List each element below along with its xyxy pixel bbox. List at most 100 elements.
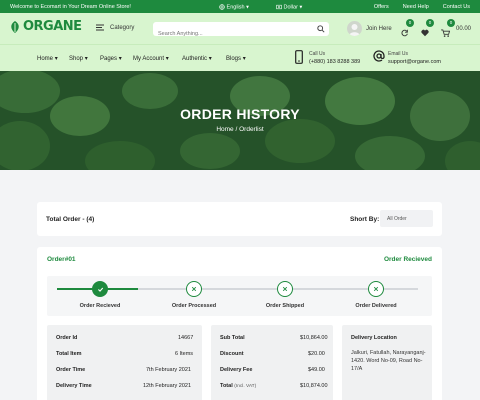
money-icon: [276, 4, 282, 9]
info-row-order-time: Order Time 7th February 2021: [56, 367, 191, 373]
delivery-location-panel: Delivery Location Jalkuri, Fatullah, Nar…: [342, 325, 432, 400]
compare-button[interactable]: 0: [401, 19, 414, 42]
info-key: Order Time: [56, 367, 86, 373]
avatar[interactable]: [347, 21, 362, 36]
leaf-logo-icon: [11, 20, 19, 33]
search-box: [153, 22, 329, 41]
email-us-address[interactable]: support@organe.com: [388, 59, 441, 65]
cart-count-badge: 0: [447, 19, 455, 27]
step-label-received: Order Recieved: [79, 303, 121, 309]
wishlist-button[interactable]: 0: [421, 19, 434, 42]
logo[interactable]: ORGANE: [9, 19, 82, 34]
totals-row-total: Total (Incl. VAT) $10,874.00: [220, 383, 328, 389]
language-label: English: [226, 3, 245, 10]
compare-count-badge: 0: [406, 19, 414, 27]
totals-value: $49.00: [308, 367, 325, 373]
chevron-down-icon: ▾: [165, 56, 169, 62]
call-us-number[interactable]: (+880) 183 8288 389: [309, 59, 360, 65]
info-value: 6 Items: [175, 351, 194, 357]
nav-item-blogs[interactable]: Blogs ▾: [226, 55, 246, 62]
need-help-link[interactable]: Need Help: [403, 4, 429, 10]
breadcrumb: Home / Orderlist: [0, 126, 480, 133]
vat-note: (Incl. VAT): [234, 384, 257, 389]
order-card: Order#01 Order Recieved Order Recieved O…: [37, 247, 442, 400]
nav-label: Shop: [69, 56, 84, 62]
order-totals-panel: Sub Total $10,864.00 Discount $20.00 Deliv…: [211, 325, 333, 400]
order-filter-select[interactable]: All Order: [380, 210, 433, 227]
info-key: Order Id: [56, 335, 78, 341]
info-value: 14667: [178, 335, 194, 341]
breadcrumb-separator: /: [235, 126, 238, 133]
top-links: Offers Need Help Contact Us: [374, 4, 470, 10]
nav-item-home[interactable]: Home ▾: [37, 55, 58, 62]
info-row-order-id: Order Id 14667: [56, 335, 193, 341]
main-header: ORGANE Category Join Here 0 0 0 00.00: [0, 13, 480, 44]
currency-selector[interactable]: Dollar ▾: [276, 4, 302, 10]
nav-item-pages[interactable]: Pages ▾: [100, 55, 122, 62]
join-here-link[interactable]: Join Here: [366, 26, 392, 32]
page-hero: ORDER HISTORY Home / Orderlist: [0, 71, 480, 170]
totals-key: Total: [220, 383, 233, 389]
offers-link[interactable]: Offers: [374, 4, 389, 10]
welcome-text: Welcome to Ecomart in Your Dream Online …: [10, 3, 131, 10]
totals-row-delivery-fee: Delivery Fee $49.00: [220, 367, 325, 373]
logo-text: ORGANE: [23, 19, 82, 34]
nav-label: Pages: [100, 56, 118, 62]
close-icon: [373, 286, 379, 292]
nav-item-my-account[interactable]: My Account ▾: [133, 55, 169, 62]
nav-label: Blogs: [226, 56, 242, 62]
chevron-down-icon: ▾: [54, 56, 58, 62]
step-shipped-marker: [277, 281, 293, 297]
info-key: Delivery Time: [56, 383, 92, 389]
step-label-processed: Order Processed: [171, 303, 217, 309]
chevron-down-icon: ▾: [246, 3, 249, 10]
nav-item-shop[interactable]: Shop ▾: [69, 55, 88, 62]
phone-icon: [295, 50, 303, 64]
globe-icon: [219, 3, 225, 10]
check-icon: [97, 287, 103, 292]
main-nav: Home ▾ Shop ▾ Pages ▾ My Account ▾ Authe…: [0, 44, 480, 71]
order-number[interactable]: Order#01: [47, 256, 76, 263]
totals-key: Delivery Fee: [220, 367, 253, 373]
cart-icon: [441, 29, 451, 37]
currency-label: Dollar: [283, 3, 298, 10]
totals-value: $20.00: [308, 351, 325, 357]
chevron-down-icon: ▾: [242, 56, 246, 62]
email-us-label: Email Us: [388, 51, 409, 57]
cart-total: 00.00: [456, 26, 472, 32]
delivery-address: Jalkuri, Fatullah, Narayanganj-1420. Wor…: [351, 350, 426, 372]
refresh-icon: [401, 29, 408, 37]
breadcrumb-home[interactable]: Home: [216, 126, 233, 133]
info-row-total-item: Total Item 6 Items: [56, 351, 193, 357]
heart-icon: [421, 29, 429, 37]
chevron-down-icon: ▾: [118, 56, 122, 62]
delivery-location-title: Delivery Location: [351, 335, 397, 341]
info-value: 7th February 2021: [146, 367, 191, 373]
nav-item-authentic[interactable]: Authentic ▾: [182, 55, 212, 62]
chevron-down-icon: ▾: [299, 3, 303, 10]
at-icon: [373, 50, 385, 62]
wishlist-count-badge: 0: [426, 19, 434, 27]
info-key: Total Item: [56, 351, 82, 357]
totals-value: $10,874.00: [300, 383, 328, 389]
user-icon: [349, 24, 360, 36]
category-button[interactable]: Category: [96, 24, 134, 31]
search-icon[interactable]: [317, 25, 325, 33]
info-row-delivery-time: Delivery Time 12th February 2021: [56, 383, 191, 389]
order-status: Order Recieved: [383, 256, 432, 263]
step-delivered-marker: [368, 281, 384, 297]
short-by-label: Short By:: [350, 216, 380, 223]
chevron-down-icon: ▾: [84, 56, 88, 62]
nav-label: My Account: [133, 56, 165, 62]
nav-label: Home: [37, 56, 54, 62]
search-input[interactable]: [153, 27, 313, 41]
page-title: ORDER HISTORY: [180, 106, 300, 122]
cart-button[interactable]: 0: [441, 19, 455, 42]
step-processed-marker: [186, 281, 202, 297]
step-label-delivered: Order Delivered: [355, 303, 397, 309]
info-value: 12th February 2021: [143, 383, 192, 389]
chevron-down-icon: ▾: [208, 56, 212, 62]
language-selector[interactable]: English ▾: [219, 3, 249, 10]
step-received-marker: [92, 281, 108, 297]
contact-us-link[interactable]: Contact Us: [443, 4, 470, 10]
